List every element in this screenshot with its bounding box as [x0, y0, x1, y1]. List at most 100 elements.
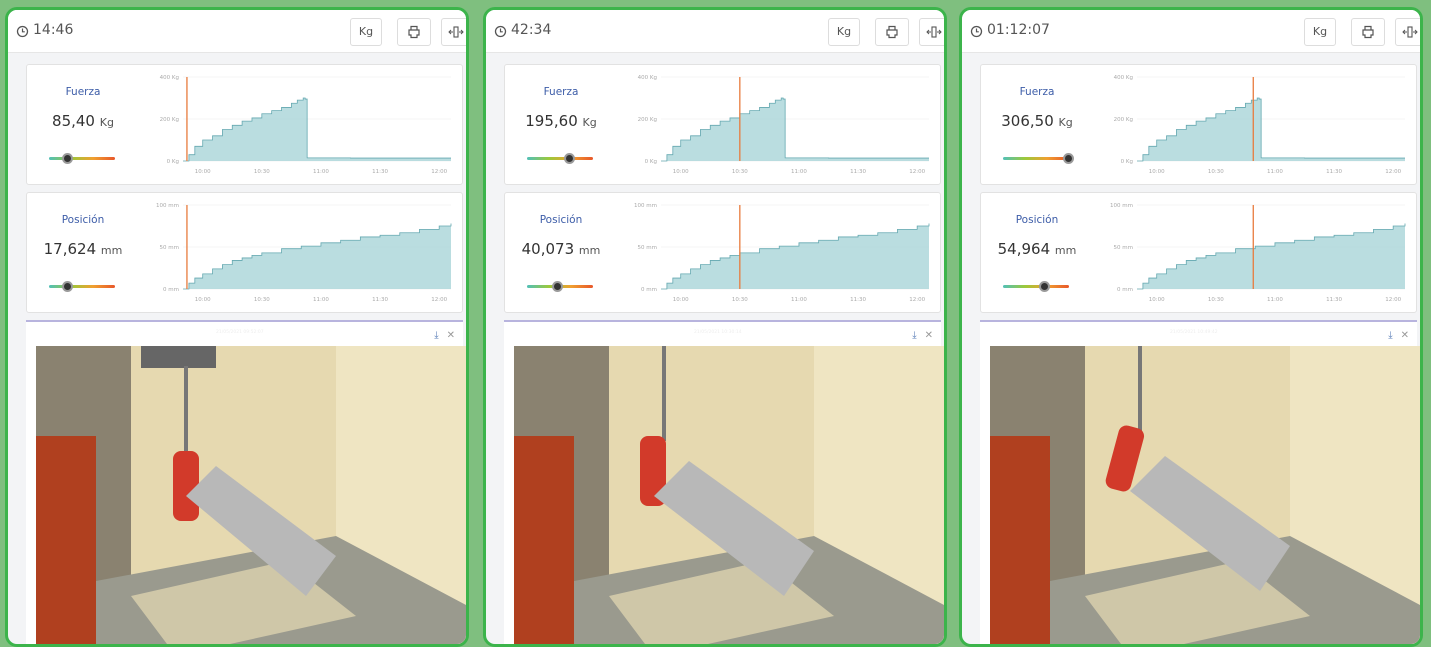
printer-icon: [886, 25, 898, 39]
y-tick-label: 100 mm: [1110, 203, 1133, 209]
position-chart: 100 mm 50 mm 0 mm 10:00 10:30 11:00 11:30 12:00: [634, 203, 930, 303]
position-label: Posición: [1015, 214, 1059, 226]
y-tick-label: 400 Kg: [1114, 75, 1133, 81]
y-tick-label: 400 Kg: [638, 75, 657, 81]
download-icon[interactable]: ⤓: [1388, 330, 1392, 341]
x-tick-label: 10:00: [673, 169, 689, 175]
expand-icon: [448, 26, 464, 38]
force-slider[interactable]: [49, 153, 115, 164]
unit-button[interactable]: Kg: [828, 18, 860, 46]
position-value: 54,964 mm: [997, 240, 1077, 258]
force-value: 85,40 Kg: [52, 112, 114, 130]
y-tick-label: 0 Kg: [167, 159, 179, 165]
x-tick-label: 11:30: [372, 297, 388, 303]
force-value: 195,60 Kg: [525, 112, 597, 130]
position-slider[interactable]: [49, 281, 115, 292]
test-panel-2: 42:34 Kg Fuerza 195,60 Kg 400 Kg 200 Kg 0 …: [483, 7, 947, 647]
x-tick-label: 12:00: [1385, 297, 1401, 303]
expand-button[interactable]: [1395, 18, 1420, 46]
elapsed-time: 42:34: [511, 22, 552, 38]
x-tick-label: 11:00: [791, 169, 807, 175]
x-tick-label: 11:00: [313, 297, 329, 303]
position-label: Posición: [61, 214, 105, 226]
x-tick-label: 12:00: [431, 297, 447, 303]
clock-icon: [16, 25, 29, 38]
position-value: 40,073 mm: [521, 240, 601, 258]
series-area: [183, 223, 451, 289]
x-tick-label: 10:30: [1208, 169, 1224, 175]
x-tick-label: 10:00: [195, 297, 211, 303]
expand-icon: [926, 26, 942, 38]
close-icon[interactable]: ✕: [447, 330, 455, 341]
position-value: 17,624 mm: [43, 240, 123, 258]
printer-icon: [1362, 25, 1374, 39]
x-tick-label: 11:30: [1326, 169, 1342, 175]
image-timestamp: 21/05/2021 10:30:14: [694, 330, 742, 335]
force-card: Fuerza 195,60 Kg 400 Kg 200 Kg 0 Kg 10:00 10…: [504, 64, 941, 185]
close-icon[interactable]: ✕: [925, 330, 933, 341]
position-label: Posición: [539, 214, 583, 226]
force-chart: 400 Kg 200 Kg 0 Kg 10:00 10:30 11:00 11:30 12:0…: [160, 75, 451, 175]
x-tick-label: 11:30: [1326, 297, 1342, 303]
series-area: [1137, 223, 1405, 289]
series-area: [661, 223, 929, 289]
x-tick-label: 11:00: [1267, 169, 1283, 175]
x-tick-label: 10:30: [254, 169, 270, 175]
unit-button[interactable]: Kg: [350, 18, 382, 46]
print-button[interactable]: [397, 18, 431, 46]
position-slider-knob[interactable]: [1038, 281, 1050, 292]
y-tick-label: 100 mm: [156, 203, 179, 209]
clock-icon: [970, 25, 983, 38]
camera-photo: [36, 346, 466, 644]
expand-button[interactable]: [441, 18, 466, 46]
download-icon[interactable]: ⤓: [434, 330, 438, 341]
test-panel-3: 01:12:07 Kg Fuerza 306,50 Kg 400 Kg 200 K…: [959, 7, 1423, 647]
expand-button[interactable]: [919, 18, 944, 46]
y-tick-label: 50 mm: [160, 245, 179, 251]
unit-button[interactable]: Kg: [1304, 18, 1336, 46]
camera-image-box: ⤓ ✕ 21/05/2021 09:52:07: [26, 320, 466, 644]
x-tick-label: 11:00: [791, 297, 807, 303]
print-button[interactable]: [875, 18, 909, 46]
force-slider-knob[interactable]: [1062, 153, 1074, 164]
x-tick-label: 10:30: [1208, 297, 1224, 303]
print-button[interactable]: [1351, 18, 1385, 46]
position-chart: 100 mm 50 mm 0 mm 10:00 10:30 11:00 11:30 12:00: [156, 203, 452, 303]
image-timestamp: 21/05/2021 09:52:07: [216, 330, 264, 335]
position-slider-knob[interactable]: [62, 281, 74, 292]
image-timestamp: 21/05/2021 10:49:42: [1170, 330, 1218, 335]
force-slider-knob[interactable]: [563, 153, 575, 164]
camera-photo: [514, 346, 944, 644]
x-tick-label: 10:30: [732, 169, 748, 175]
x-tick-label: 12:00: [909, 297, 925, 303]
panel-header: 14:46 Kg: [8, 10, 466, 53]
position-slider[interactable]: [1003, 281, 1069, 292]
test-panel-1: 14:46 Kg Fuerza 85,40 Kg 400 Kg 200 Kg 0 K…: [5, 7, 469, 647]
force-label: Fuerza: [65, 86, 101, 98]
x-tick-label: 11:00: [1267, 297, 1283, 303]
y-tick-label: 0 mm: [1117, 287, 1133, 293]
camera-image-box: ⤓ ✕ 21/05/2021 10:49:42: [980, 320, 1420, 644]
y-tick-label: 50 mm: [1114, 245, 1133, 251]
force-card: Fuerza 85,40 Kg 400 Kg 200 Kg 0 Kg 10:00 10:…: [26, 64, 463, 185]
x-tick-label: 11:30: [850, 169, 866, 175]
panel-header: 42:34 Kg: [486, 10, 944, 53]
force-slider-knob[interactable]: [62, 153, 74, 164]
close-icon[interactable]: ✕: [1401, 330, 1409, 341]
y-tick-label: 50 mm: [638, 245, 657, 251]
y-tick-label: 400 Kg: [160, 75, 179, 81]
force-slider[interactable]: [527, 153, 593, 164]
force-value: 306,50 Kg: [1001, 112, 1073, 130]
download-icon[interactable]: ⤓: [912, 330, 916, 341]
force-slider[interactable]: [1003, 153, 1074, 164]
x-tick-label: 11:00: [313, 169, 329, 175]
x-tick-label: 11:30: [372, 169, 388, 175]
x-tick-label: 12:00: [431, 169, 447, 175]
position-slider-knob[interactable]: [552, 281, 564, 292]
x-tick-label: 10:00: [1149, 169, 1165, 175]
force-label: Fuerza: [543, 86, 579, 98]
force-chart: 400 Kg 200 Kg 0 Kg 10:00 10:30 11:00 11:30 12:0…: [1114, 75, 1405, 175]
position-slider[interactable]: [527, 281, 593, 292]
camera-image-box: ⤓ ✕ 21/05/2021 10:30:14: [504, 320, 944, 644]
x-tick-label: 10:00: [195, 169, 211, 175]
